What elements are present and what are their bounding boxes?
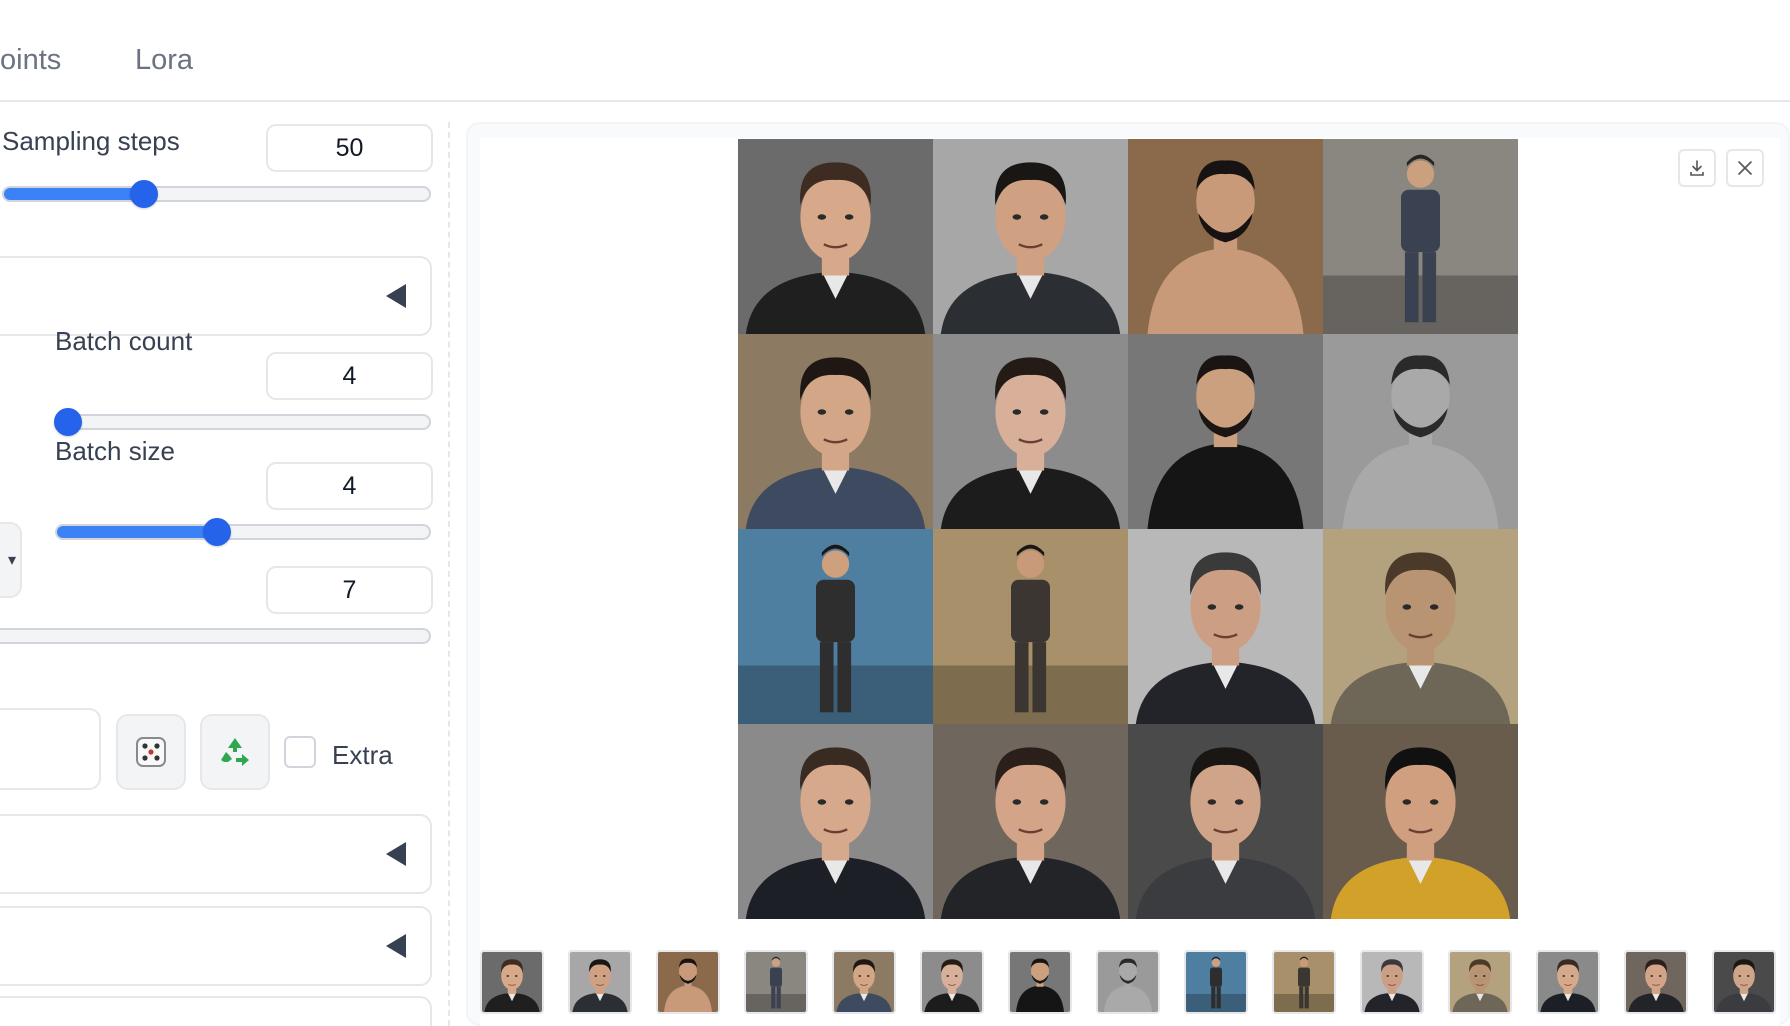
gallery-image[interactable] <box>933 139 1128 334</box>
gallery-thumbnail[interactable] <box>1096 950 1160 1014</box>
batch-size-fill <box>57 526 217 538</box>
gallery-thumbnail[interactable] <box>480 950 544 1014</box>
gallery-image[interactable] <box>1128 334 1323 529</box>
batch-size-label: Batch size <box>55 436 175 466</box>
gallery-image[interactable] <box>738 139 933 334</box>
reuse-seed-button[interactable] <box>200 714 270 790</box>
gallery-image[interactable] <box>738 334 933 529</box>
cfg-scale-input[interactable]: 7 <box>266 566 433 614</box>
collapsed-accordion[interactable] <box>0 996 432 1026</box>
settings-panel: Sampling steps 50 ▾ Batch count 4 Batch … <box>0 104 445 1026</box>
download-icon <box>1690 160 1704 176</box>
gallery-image[interactable] <box>1323 334 1518 529</box>
swap-button[interactable]: ▾ <box>0 522 22 598</box>
sampling-steps-thumb[interactable] <box>130 180 159 208</box>
gallery-image[interactable] <box>738 724 933 919</box>
extra-label: Extra <box>332 740 393 770</box>
gallery-image[interactable] <box>1128 139 1323 334</box>
cfg-scale-slider[interactable] <box>0 628 431 644</box>
gallery-thumbnail[interactable] <box>920 950 984 1014</box>
tab-checkpoints[interactable]: oints <box>0 44 61 77</box>
recycle-icon <box>221 738 249 766</box>
gallery-image[interactable] <box>1128 529 1323 724</box>
gallery-image[interactable] <box>933 724 1128 919</box>
gallery-thumbnail[interactable] <box>1448 950 1512 1014</box>
close-button[interactable] <box>1726 149 1764 187</box>
gallery-thumbnail[interactable] <box>656 950 720 1014</box>
gallery-thumbnail[interactable] <box>1536 950 1600 1014</box>
gallery-thumbnail[interactable] <box>568 950 632 1014</box>
tab-lora[interactable]: Lora <box>135 44 193 77</box>
batch-count-label: Batch count <box>55 326 193 356</box>
gallery-image[interactable] <box>1323 529 1518 724</box>
gallery-image[interactable] <box>1323 139 1518 334</box>
dice-icon <box>136 737 166 767</box>
batch-size-input[interactable]: 4 <box>266 462 433 510</box>
batch-count-input[interactable]: 4 <box>266 352 433 400</box>
collapsed-accordion[interactable] <box>0 814 432 894</box>
gallery-image[interactable] <box>933 334 1128 529</box>
gallery-thumbnail[interactable] <box>1184 950 1248 1014</box>
caret-left-icon <box>386 934 406 958</box>
download-button[interactable] <box>1678 149 1716 187</box>
collapsed-accordion[interactable] <box>0 906 432 986</box>
gallery-thumbnail[interactable] <box>744 950 808 1014</box>
gallery-thumbnail[interactable] <box>1712 950 1776 1014</box>
batch-count-slider[interactable] <box>54 408 431 436</box>
gallery-thumbnail[interactable] <box>832 950 896 1014</box>
caret-left-icon <box>386 284 406 308</box>
sampling-steps-label: Sampling steps <box>2 126 180 156</box>
sampling-steps-slider[interactable] <box>2 180 431 208</box>
gallery-image[interactable] <box>933 529 1128 724</box>
seed-input[interactable] <box>0 708 101 790</box>
gallery-thumbnail[interactable] <box>1360 950 1424 1014</box>
tab-bar: oints Lora <box>0 0 1790 102</box>
gallery-thumbnail[interactable] <box>1624 950 1688 1014</box>
batch-size-thumb[interactable] <box>202 518 231 546</box>
random-seed-button[interactable] <box>116 714 186 790</box>
batch-count-thumb[interactable] <box>54 408 83 436</box>
gallery-image[interactable] <box>1323 724 1518 919</box>
extra-checkbox[interactable] <box>284 736 316 768</box>
thumbnail-strip <box>480 950 1780 1016</box>
caret-left-icon <box>386 842 406 866</box>
image-grid[interactable] <box>738 139 1518 919</box>
gallery-thumbnail[interactable] <box>1272 950 1336 1014</box>
close-icon <box>1738 161 1752 175</box>
batch-size-slider[interactable] <box>55 518 431 546</box>
panel-divider <box>448 122 450 1026</box>
gallery-image[interactable] <box>738 529 933 724</box>
collapsed-accordion[interactable] <box>0 256 432 336</box>
gallery-thumbnail[interactable] <box>1008 950 1072 1014</box>
sampling-steps-input[interactable]: 50 <box>266 124 433 172</box>
sampling-steps-fill <box>4 188 145 200</box>
gallery-image[interactable] <box>1128 724 1323 919</box>
chevron-down-icon: ▾ <box>7 552 16 569</box>
